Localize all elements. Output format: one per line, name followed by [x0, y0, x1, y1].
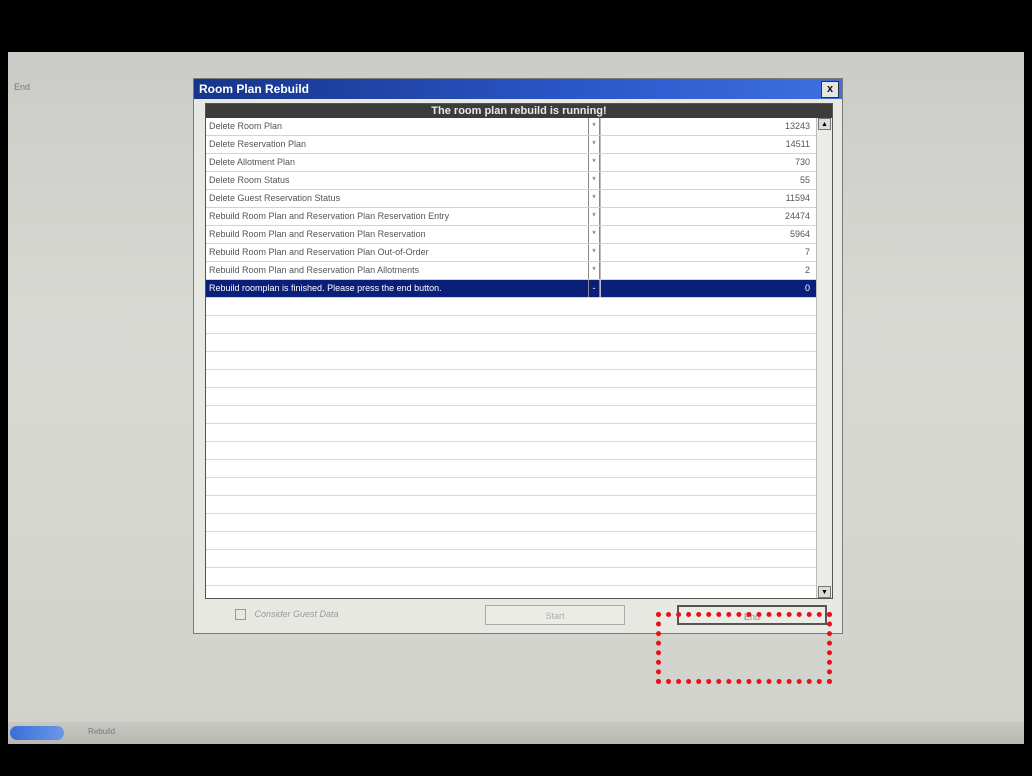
table-row[interactable]: Rebuild Room Plan and Reservation Plan O…	[206, 244, 816, 262]
row-description: Delete Room Status	[209, 175, 290, 185]
table-row[interactable]: Delete Reservation Plan * 14511	[206, 136, 816, 154]
table-row[interactable]: Delete Room Plan * 13243	[206, 118, 816, 136]
row-status-mark: -	[588, 280, 600, 297]
row-count: 14511	[600, 136, 816, 153]
row-status-mark: *	[588, 190, 600, 207]
consider-guest-data-option[interactable]: Consider Guest Data	[235, 609, 339, 621]
grid-scrollbar[interactable]: ▲ ▼	[816, 118, 832, 598]
row-count: 0	[600, 280, 816, 297]
table-row[interactable]: Delete Room Status * 55	[206, 172, 816, 190]
row-description: Rebuild Room Plan and Reservation Plan R…	[209, 229, 426, 239]
table-row[interactable]: Delete Allotment Plan * 730	[206, 154, 816, 172]
row-status-mark: *	[588, 226, 600, 243]
row-description: Rebuild roomplan is finished. Please pre…	[209, 283, 442, 293]
table-row[interactable]: Rebuild Room Plan and Reservation Plan R…	[206, 208, 816, 226]
taskbar-item[interactable]: Rebuild	[88, 727, 198, 739]
scroll-up-button[interactable]: ▲	[818, 118, 831, 130]
checkbox-icon[interactable]	[235, 609, 246, 621]
table-row[interactable]: Rebuild roomplan is finished. Please pre…	[206, 280, 816, 298]
row-status-mark: *	[588, 154, 600, 171]
room-plan-rebuild-dialog: Room Plan Rebuild x The room plan rebuil…	[193, 78, 843, 634]
dialog-title: Room Plan Rebuild	[199, 82, 310, 96]
row-status-mark: *	[588, 208, 600, 225]
row-status-mark: *	[588, 172, 600, 189]
row-count: 55	[600, 172, 816, 189]
row-description: Rebuild Room Plan and Reservation Plan O…	[209, 247, 429, 257]
row-count: 2	[600, 262, 816, 279]
row-description: Delete Guest Reservation Status	[209, 193, 341, 203]
row-count: 24474	[600, 208, 816, 225]
checkbox-label: Consider Guest Data	[254, 609, 339, 619]
start-button[interactable]	[10, 726, 64, 740]
rebuild-progress-grid: The room plan rebuild is running! Delete…	[205, 103, 833, 599]
row-description: Delete Room Plan	[209, 121, 283, 131]
close-button[interactable]: x	[821, 81, 839, 98]
row-description: Delete Reservation Plan	[209, 139, 307, 149]
taskbar: Rebuild	[8, 722, 1024, 744]
table-row[interactable]: Delete Guest Reservation Status * 11594	[206, 190, 816, 208]
row-count: 13243	[600, 118, 816, 135]
table-row[interactable]: Rebuild Room Plan and Reservation Plan A…	[206, 262, 816, 280]
row-description: Rebuild Room Plan and Reservation Plan R…	[209, 211, 450, 221]
grid-header: The room plan rebuild is running!	[206, 104, 832, 118]
end-button-highlight	[656, 612, 832, 684]
grid-rows: Delete Room Plan * 13243 Delete Reservation…	[206, 118, 816, 598]
row-description: Rebuild Room Plan and Reservation Plan A…	[209, 265, 420, 275]
table-row[interactable]: Rebuild Room Plan and Reservation Plan R…	[206, 226, 816, 244]
screen-corner-label: End	[14, 82, 31, 92]
dialog-titlebar[interactable]: Room Plan Rebuild x	[194, 79, 842, 99]
scroll-down-button[interactable]: ▼	[818, 586, 831, 598]
row-count: 730	[600, 154, 816, 171]
row-description: Delete Allotment Plan	[209, 157, 296, 167]
row-status-mark: *	[588, 136, 600, 153]
row-count: 7	[600, 244, 816, 261]
row-count: 11594	[600, 190, 816, 207]
row-status-mark: *	[588, 118, 600, 135]
start-button-disabled[interactable]: Start	[485, 605, 625, 625]
row-status-mark: *	[588, 244, 600, 261]
row-count: 5964	[600, 226, 816, 243]
row-status-mark: *	[588, 262, 600, 279]
